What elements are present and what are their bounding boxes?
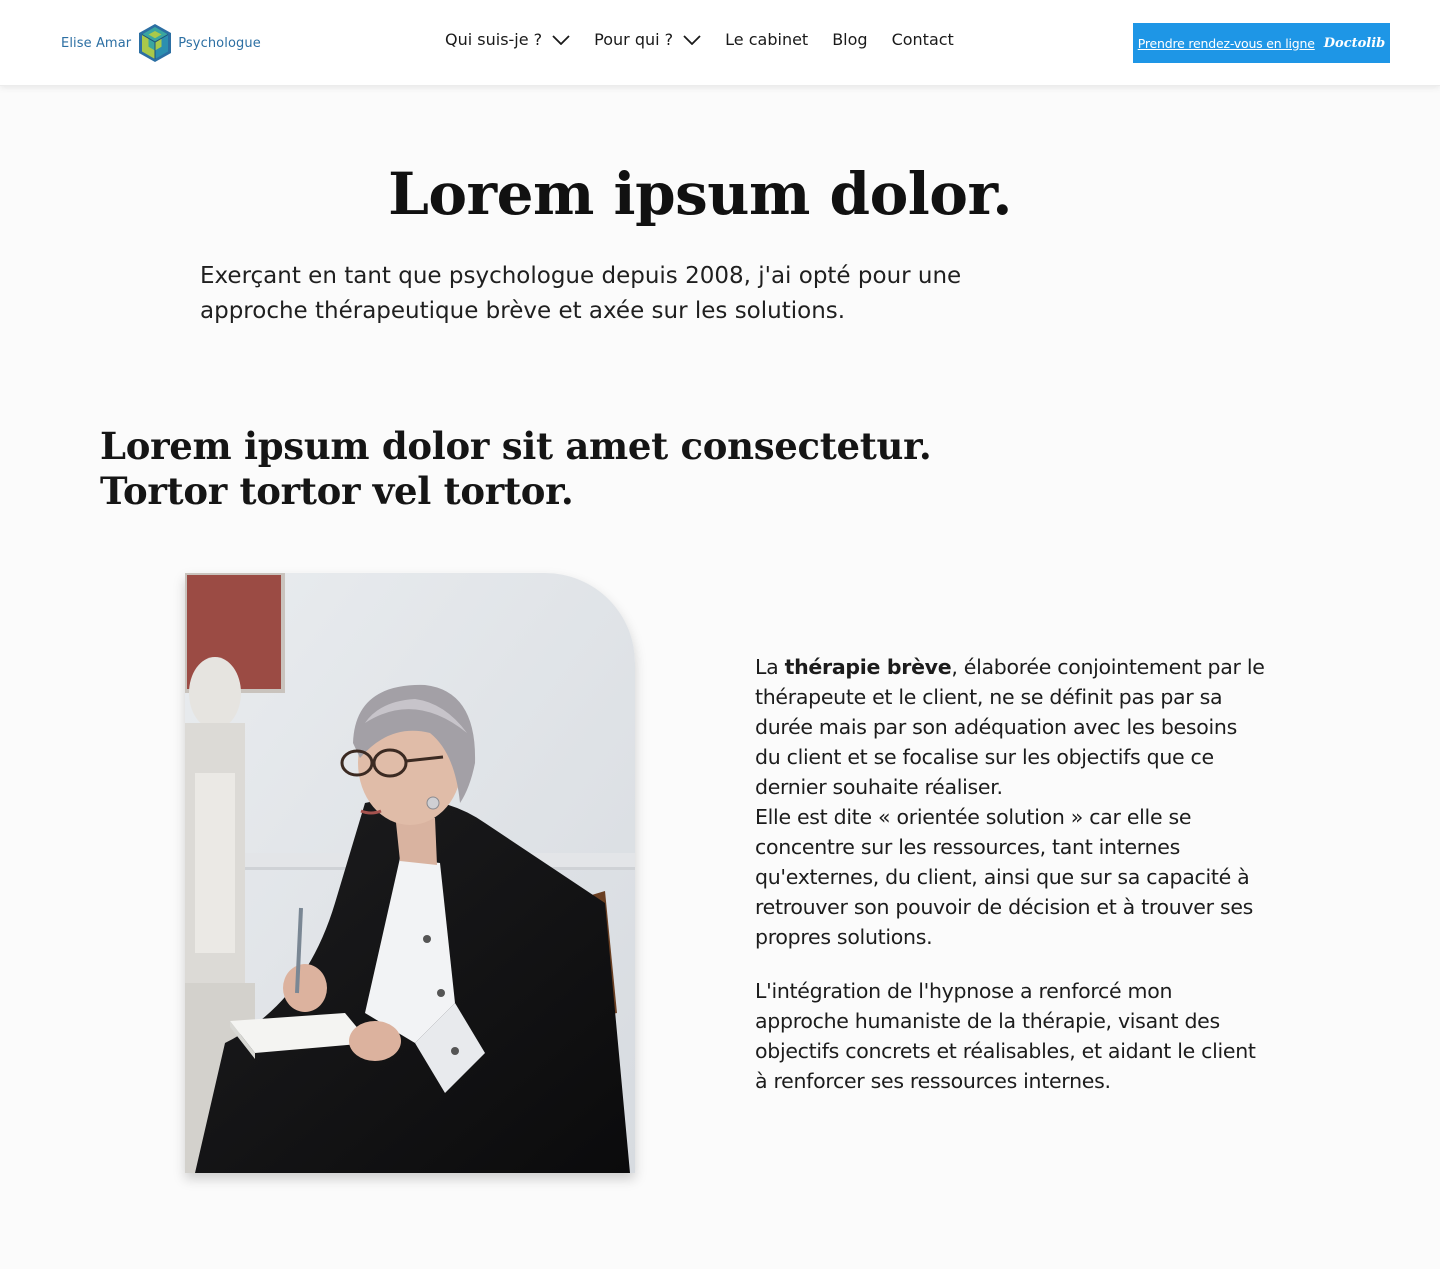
therapist-photo-illustration [185,573,635,1173]
hero-intro: Exerçant en tant que psychologue depuis … [200,263,962,324]
book-appointment-label: Prendre rendez-vous en ligne [1137,35,1315,51]
therapist-photo [185,573,635,1173]
paragraph1-second-line: Elle est dite « orientée solution » car … [755,805,1254,949]
section-heading-line2: Tortor tortor vel tortor. [100,469,574,513]
nav-item-label: Le cabinet [725,30,809,49]
doctolib-logo: Doctolib [1323,35,1386,51]
cube-logo-icon [139,24,172,62]
chevron-down-icon [683,34,701,45]
site-logo[interactable]: Elise Amar Psychologue [61,22,261,64]
therapy-breve-bold: thérapie brève [784,655,952,679]
nav-item-pour-qui[interactable]: Pour qui ? [594,30,701,49]
nav-item-qui-suis-je[interactable]: Qui suis-je ? [445,30,570,49]
paragraph1-prefix: La [755,655,785,679]
nav-item-contact[interactable]: Contact [892,30,954,49]
hero-title: Lorem ipsum dolor. [388,160,1012,228]
nav-item-label: Blog [832,30,868,49]
nav-item-blog[interactable]: Blog [832,30,867,49]
book-appointment-button[interactable]: Prendre rendez-vous en ligne Doctolib [1133,23,1390,63]
nav-item-le-cabinet[interactable]: Le cabinet [725,30,808,49]
nav-item-label: Pour qui ? [594,30,674,49]
therapy-description: La thérapie brève, élaborée conjointemen… [755,652,1265,1096]
main-nav: Qui suis-je ? Pour qui ? Le cabinet Blog… [445,30,978,49]
logo-name: Elise Amar [61,35,132,51]
section-heading-line1: Lorem ipsum dolor sit amet consectetur. [100,424,932,468]
logo-role: Psychologue [178,35,261,51]
section-heading: Lorem ipsum dolor sit amet consectetur. … [100,424,1000,514]
therapy-paragraph-1: La thérapie brève, élaborée conjointemen… [755,652,1265,952]
site-header: Elise Amar Psychologue Qui suis-je ? Pou… [0,0,1440,86]
nav-item-label: Contact [891,30,954,49]
therapy-paragraph-2: L'intégration de l'hypnose a renforcé mo… [755,979,1256,1093]
chevron-down-icon [552,34,570,45]
nav-item-label: Qui suis-je ? [445,30,543,49]
